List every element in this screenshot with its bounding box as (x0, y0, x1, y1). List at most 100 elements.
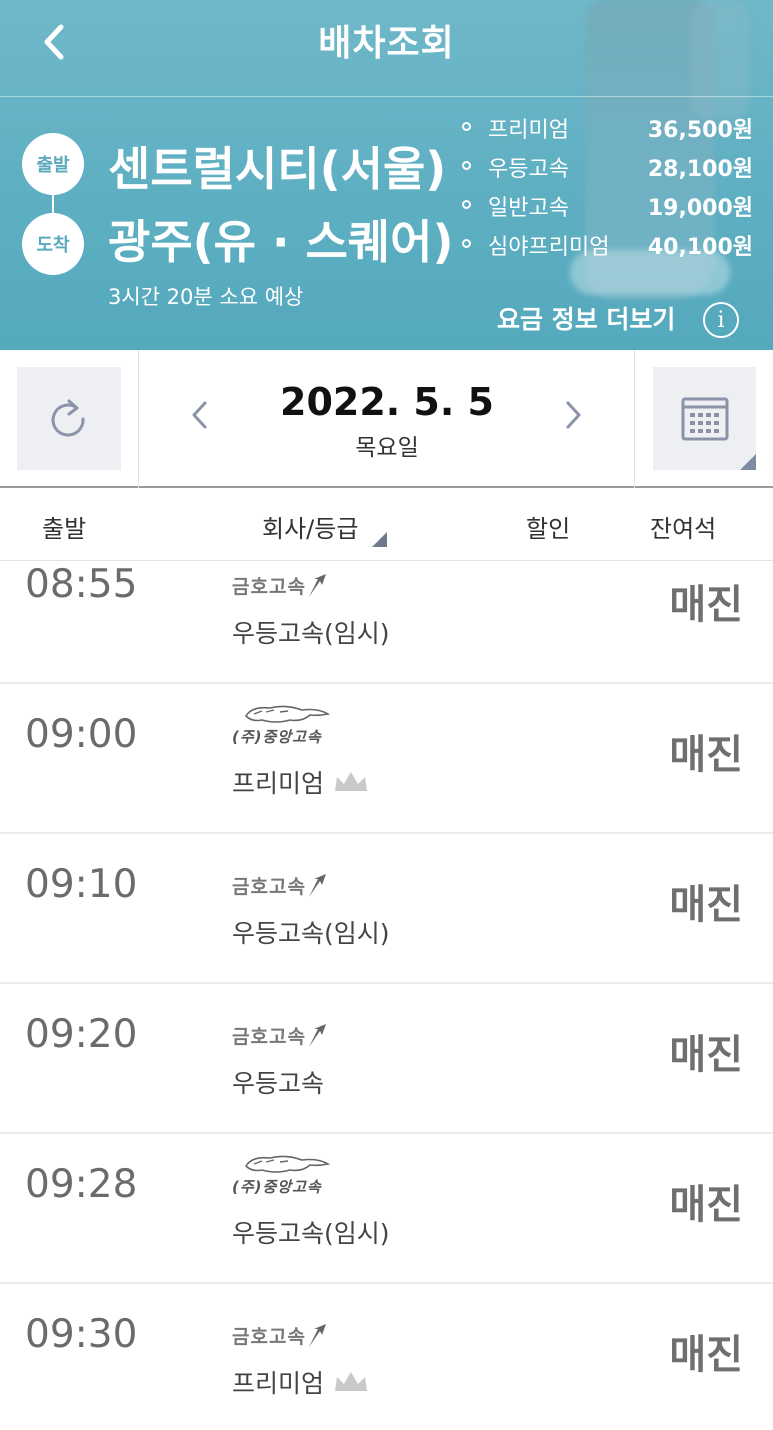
calendar-button[interactable] (653, 367, 756, 470)
company-name: 금호고속 (232, 1326, 306, 1348)
grade-label: 프리미엄 (232, 1369, 325, 1398)
fare-item: 일반고속 19,000원 (462, 190, 757, 229)
chevron-right-icon (566, 401, 581, 429)
sold-out-status: 매진 (669, 882, 743, 928)
grade-label: 우등고속 (232, 1069, 325, 1098)
kumho-logo: 금호고속 (232, 572, 328, 599)
table-row[interactable]: 08:55 금호고속 우등고속(임시) 매진 (0, 562, 773, 682)
sold-out-status: 매진 (669, 1032, 743, 1078)
departure-time: 08:55 (25, 562, 138, 607)
departure-time: 09:20 (25, 1012, 138, 1057)
fare-item: 우등고속 28,100원 (462, 151, 757, 190)
tiger-icon (244, 705, 331, 723)
bus-grade: 우등고속 (232, 1064, 324, 1100)
table-row[interactable]: 09:10 금호고속 우등고속(임시) 매진 (0, 834, 773, 982)
bus-grade: 우등고속(임시) (232, 914, 390, 950)
refresh-icon (51, 399, 85, 437)
arrival-terminal: 광주(유 · 스퀘어) (108, 215, 454, 269)
kumho-arrow-icon (308, 1024, 326, 1047)
departure-badge: 출발 (22, 133, 84, 195)
departure-time: 09:28 (25, 1162, 138, 1207)
table-row[interactable]: 09:00 (주)중앙고속 프리미엄 매진 (0, 684, 773, 832)
travel-duration: 3시간 20분 소요 예상 (108, 285, 304, 309)
crown-icon (335, 772, 368, 791)
divider (138, 350, 139, 488)
departure-time: 09:10 (25, 862, 138, 907)
top-bar: 배차조회 (0, 0, 773, 97)
info-icon[interactable]: i (703, 302, 739, 338)
next-date-button[interactable] (558, 395, 588, 435)
company-name: 금호고속 (232, 1026, 306, 1048)
fare-list: 프리미엄 36,500원 우등고속 28,100원 일반고속 19,000원 심… (462, 112, 757, 268)
kumho-arrow-icon (308, 574, 326, 597)
fare-grade: 우등고속 (488, 157, 569, 182)
column-header-seats: 잔여석 (650, 515, 717, 543)
column-header-departure: 출발 (42, 515, 87, 543)
bus-grade: 우등고속(임시) (232, 614, 390, 650)
kumho-arrow-icon (308, 1324, 326, 1347)
tiger-icon (244, 1155, 331, 1173)
table-row[interactable]: 09:28 (주)중앙고속 우등고속(임시) 매진 (0, 1134, 773, 1282)
fare-item: 심야프리미엄 40,100원 (462, 229, 757, 268)
bus-grade: 우등고속(임시) (232, 1214, 390, 1250)
company-name: (주)중앙고속 (232, 1178, 322, 1196)
date-bar: 2022. 5. 5 목요일 (0, 350, 773, 488)
fare-grade: 일반고속 (488, 196, 569, 221)
route-header: 배차조회 출발 도착 센트럴시티(서울) 광주(유 · 스퀘어) 3시간 20분… (0, 0, 773, 350)
sold-out-status: 매진 (669, 1332, 743, 1378)
fare-grade: 심야프리미엄 (488, 235, 610, 260)
company-logo: (주)중앙고속 (232, 702, 332, 748)
fare-price: 40,100원 (647, 235, 753, 260)
table-header: 출발 회사/등급 할인 잔여석 (0, 490, 773, 561)
company-name: 금호고속 (232, 876, 306, 898)
company-logo: 금호고속 (232, 1302, 328, 1348)
kumho-logo: 금호고속 (232, 1022, 328, 1049)
crown-icon (335, 1372, 368, 1391)
company-logo: 금호고속 (232, 852, 328, 898)
table-row[interactable]: 09:30 금호고속 프리미엄 매진 (0, 1284, 773, 1430)
chevron-left-icon (192, 401, 207, 429)
bus-grade: 프리미엄 (232, 764, 370, 800)
company-logo: 금호고속 (232, 562, 328, 598)
bullet-icon (462, 200, 471, 209)
bullet-icon (462, 239, 471, 248)
grade-label: 우등고속(임시) (232, 1219, 390, 1248)
bus-grade: 프리미엄 (232, 1364, 370, 1400)
prev-date-button[interactable] (185, 395, 215, 435)
divider (634, 350, 635, 488)
company-name: 금호고속 (232, 576, 306, 598)
column-header-company[interactable]: 회사/등급 (262, 509, 358, 544)
grade-label: 우등고속(임시) (232, 919, 390, 948)
kumho-arrow-icon (308, 874, 326, 897)
fare-item: 프리미엄 36,500원 (462, 112, 757, 151)
schedule-list: 08:55 금호고속 우등고속(임시) 매진 09:00 (주)중앙고속 프리미… (0, 562, 773, 1430)
joongang-logo: (주)중앙고속 (232, 702, 332, 747)
joongang-logo: (주)중앙고속 (232, 1152, 332, 1197)
more-fare-info-link[interactable]: 요금 정보 더보기 (497, 300, 675, 336)
selected-date: 2022. 5. 5 (280, 380, 494, 424)
sort-indicator-icon[interactable] (372, 532, 387, 547)
bullet-icon (462, 161, 471, 170)
fare-price: 36,500원 (647, 118, 753, 143)
departure-terminal: 센트럴시티(서울) (108, 142, 447, 196)
refresh-button[interactable] (17, 367, 121, 470)
table-row[interactable]: 09:20 금호고속 우등고속 매진 (0, 984, 773, 1132)
grade-label: 우등고속(임시) (232, 619, 390, 648)
calendar-icon (681, 397, 728, 440)
grade-label: 프리미엄 (232, 769, 325, 798)
fare-grade: 프리미엄 (488, 118, 569, 143)
departure-time: 09:30 (25, 1312, 138, 1357)
fare-price: 28,100원 (647, 157, 753, 182)
selected-weekday: 목요일 (355, 435, 419, 461)
page-title: 배차조회 (318, 23, 455, 64)
arrival-badge: 도착 (22, 213, 84, 275)
bullet-icon (462, 122, 471, 131)
kumho-logo: 금호고속 (232, 1322, 328, 1349)
company-logo: 금호고속 (232, 1002, 328, 1048)
fare-price: 19,000원 (647, 196, 753, 221)
kumho-logo: 금호고속 (232, 872, 328, 899)
sold-out-status: 매진 (669, 582, 743, 628)
sold-out-status: 매진 (669, 732, 743, 778)
company-logo: (주)중앙고속 (232, 1152, 332, 1198)
sold-out-status: 매진 (669, 1182, 743, 1228)
